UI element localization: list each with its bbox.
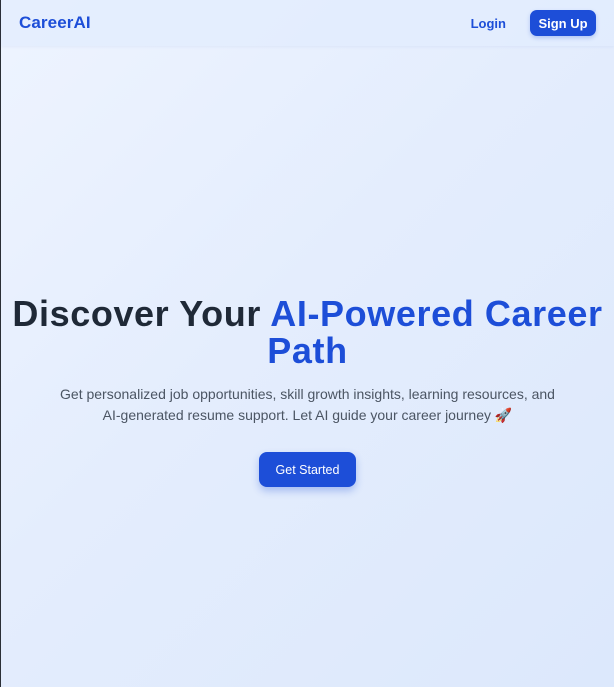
hero-subtitle: Get personalized job opportunities, skil… [60,386,555,423]
login-link[interactable]: Login [471,16,506,31]
hero-title-text: Discover Your [12,293,271,334]
hero-title-accent: AI-Powered Career Path [267,293,603,371]
signup-button[interactable]: Sign Up [530,10,596,36]
hero-section: Discover Your AI-Powered Career Path Get… [1,295,614,487]
navbar: CareerAI Login Sign Up [1,0,614,46]
hero-title: Discover Your AI-Powered Career Path [1,295,614,369]
nav-actions: Login Sign Up [471,10,596,36]
logo[interactable]: CareerAI [19,13,91,33]
get-started-button[interactable]: Get Started [259,452,356,487]
